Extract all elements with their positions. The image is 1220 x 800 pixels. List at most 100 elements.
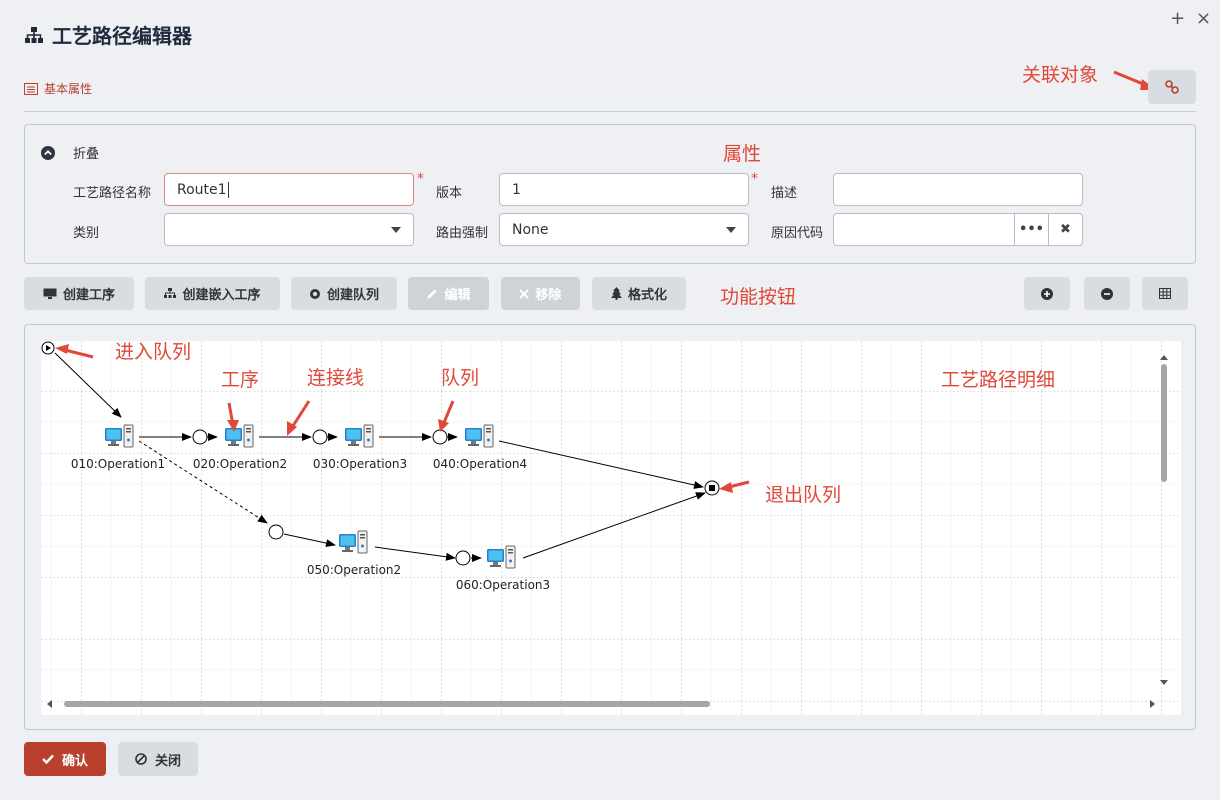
- version-label: 版本: [436, 186, 463, 201]
- annotation-connector: 连接线: [307, 367, 364, 389]
- create-embedded-operation-button[interactable]: 创建嵌入工序: [145, 277, 280, 310]
- create-embedded-label: 创建嵌入工序: [182, 288, 261, 303]
- horizontal-scrollbar[interactable]: [44, 698, 1160, 710]
- properties-panel: 折叠 属性 工艺路径名称 Route1 * 版本 1 * 描述 类别 路由强制 …: [24, 124, 1196, 264]
- route-diagram-canvas[interactable]: 010:Operation1 020:Operation2 030:Operat…: [41, 341, 1181, 715]
- related-object-button[interactable]: [1148, 70, 1196, 104]
- version-input[interactable]: 1: [499, 173, 749, 206]
- minus-circle-icon: [1101, 287, 1113, 300]
- zoom-out-button[interactable]: [1084, 277, 1130, 310]
- table-icon: [1159, 288, 1171, 299]
- edit-button[interactable]: 编辑: [408, 277, 489, 310]
- annotation-queue: 队列: [441, 367, 479, 389]
- zoom-in-button[interactable]: [1024, 277, 1070, 310]
- routing-force-label: 路由强制: [436, 226, 489, 241]
- enter-queue-node[interactable]: [41, 341, 55, 355]
- route-name-label: 工艺路径名称: [73, 186, 152, 201]
- plus-circle-icon: [1041, 287, 1053, 300]
- chevron-up-circle-icon: [41, 145, 55, 160]
- text-cursor: [227, 181, 229, 198]
- monitor-icon: [43, 288, 57, 299]
- tab-divider: [24, 111, 1196, 112]
- list-icon: [24, 82, 38, 95]
- queue-node[interactable]: [455, 550, 471, 566]
- remove-label: 移除: [535, 288, 562, 303]
- required-mark: *: [751, 171, 758, 187]
- routing-force-value: None: [512, 221, 549, 238]
- circle-dot-icon: [309, 288, 320, 299]
- required-mark: *: [417, 171, 424, 187]
- operation-label: 030:Operation3: [313, 457, 407, 471]
- annotation-operation: 工序: [221, 369, 259, 391]
- confirm-button[interactable]: 确认: [24, 742, 106, 776]
- maximize-button[interactable]: +: [1170, 8, 1185, 29]
- scroll-down-arrow: [1160, 680, 1168, 685]
- operation-label: 040:Operation4: [433, 457, 527, 471]
- create-operation-label: 创建工序: [62, 288, 115, 303]
- queue-node[interactable]: [312, 429, 328, 445]
- routing-force-select[interactable]: None: [499, 213, 749, 246]
- scroll-right-arrow: [1150, 700, 1155, 708]
- more-button[interactable]: •••: [1014, 214, 1048, 245]
- annotation-exit-queue: 退出队列: [765, 484, 841, 506]
- description-label: 描述: [771, 186, 798, 201]
- vertical-scrollbar[interactable]: [1158, 352, 1170, 692]
- operation-label: 050:Operation2: [307, 563, 401, 577]
- reason-code-label: 原因代码: [771, 226, 824, 241]
- create-operation-button[interactable]: 创建工序: [24, 277, 134, 310]
- page-title: 工艺路径编辑器: [52, 24, 192, 48]
- grid-toggle-button[interactable]: [1142, 277, 1188, 310]
- close-label: 关闭: [154, 753, 181, 769]
- scroll-up-arrow: [1160, 355, 1168, 360]
- chevron-down-icon: [391, 227, 401, 233]
- exit-queue-node[interactable]: [704, 480, 720, 496]
- annotation-properties: 属性: [723, 143, 762, 165]
- link-icon: [1165, 80, 1179, 94]
- close-window-button[interactable]: ×: [1196, 8, 1211, 29]
- scroll-left-arrow: [47, 700, 52, 708]
- category-label: 类别: [73, 226, 100, 241]
- route-detail-panel: 010:Operation1 020:Operation2 030:Operat…: [24, 324, 1196, 730]
- collapse-label: 折叠: [73, 147, 100, 162]
- annotation-related-object: 关联对象: [1022, 64, 1099, 86]
- horizontal-scroll-thumb: [64, 701, 710, 707]
- route-name-input[interactable]: Route1: [164, 173, 414, 206]
- edit-label: 编辑: [444, 288, 471, 303]
- operation-label: 020:Operation2: [193, 457, 287, 471]
- tree-icon: [610, 287, 622, 300]
- sitemap-icon: [164, 288, 177, 298]
- window-title-bar: 工艺路径编辑器: [24, 20, 192, 49]
- description-input[interactable]: [833, 173, 1083, 206]
- sitemap-icon: [25, 26, 43, 43]
- format-button[interactable]: 格式化: [592, 277, 686, 310]
- operation-label: 010:Operation1: [71, 457, 165, 471]
- chevron-down-icon: [726, 227, 736, 233]
- vertical-scroll-thumb: [1161, 364, 1167, 482]
- tab-basic-properties[interactable]: 基本属性: [24, 80, 92, 97]
- check-icon: [42, 754, 54, 764]
- x-icon: [519, 288, 530, 299]
- annotation-function-buttons: 功能按钮: [720, 286, 797, 308]
- queue-node[interactable]: [268, 524, 284, 540]
- collapse-toggle[interactable]: 折叠: [41, 143, 99, 162]
- ban-icon: [135, 753, 147, 765]
- create-queue-button[interactable]: 创建队列: [291, 277, 397, 310]
- version-value: 1: [512, 181, 521, 198]
- route-name-value: Route1: [177, 181, 227, 198]
- annotation-route-detail: 工艺路径明细: [941, 369, 1055, 391]
- confirm-label: 确认: [61, 753, 88, 769]
- route-diagram: 010:Operation1 020:Operation2 030:Operat…: [41, 341, 1181, 715]
- close-button[interactable]: 关闭: [118, 742, 198, 776]
- category-select[interactable]: [164, 213, 414, 246]
- queue-node[interactable]: [192, 429, 208, 445]
- queue-node[interactable]: [432, 429, 448, 445]
- create-queue-label: 创建队列: [326, 288, 379, 303]
- tab-label: 基本属性: [44, 82, 93, 96]
- clear-button[interactable]: ✖: [1048, 214, 1082, 245]
- pencil-icon: [427, 289, 437, 299]
- operation-label: 060:Operation3: [456, 578, 550, 592]
- reason-code-input[interactable]: ••• ✖: [833, 213, 1083, 246]
- remove-button[interactable]: 移除: [501, 277, 580, 310]
- annotation-enter-queue: 进入队列: [115, 341, 191, 363]
- format-label: 格式化: [627, 288, 667, 303]
